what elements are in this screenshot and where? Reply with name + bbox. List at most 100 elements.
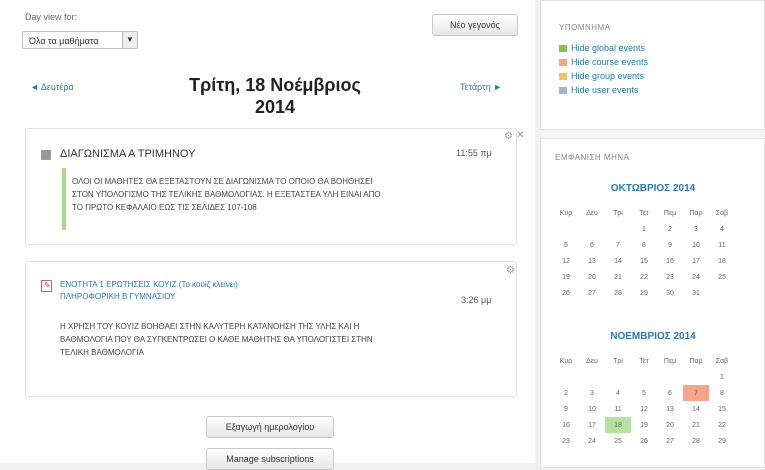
manage-subscriptions-button[interactable]: Manage subscriptions	[206, 448, 334, 470]
calendar-day: 11	[614, 405, 622, 413]
calendar-day: 7	[616, 241, 620, 249]
gear-icon[interactable]: ⚙	[506, 265, 515, 276]
calendar-day: 2	[668, 225, 672, 233]
calendar-day: 26	[562, 289, 570, 297]
calendar-day: 21	[614, 273, 622, 281]
day-title-date: Τρίτη, 18 Νοέμβριος	[189, 75, 361, 95]
weekday-header: Τρι	[613, 209, 623, 217]
calendar-day: 27	[666, 437, 674, 445]
calendar-day-highlighted[interactable]: 7	[683, 385, 709, 401]
description-line: Η ΧΡΗΣΗ ΤΟΥ ΚΟΥΙΖ ΒΟΗΘΑΕΙ ΣΤΗΝ ΚΑΛΥΤΕΡΗ …	[60, 322, 360, 331]
prev-day-link[interactable]: ◄ Δευτέρα	[30, 82, 74, 92]
calendar-day: 28	[692, 437, 700, 445]
close-icon[interactable]: ✕	[516, 130, 524, 141]
new-event-button[interactable]: Νέο γεγονός	[432, 14, 518, 36]
calendar-day: 19	[640, 421, 648, 429]
calendar-day: 26	[640, 437, 648, 445]
calendar-day: 21	[692, 421, 700, 429]
event-description: Η ΧΡΗΣΗ ΤΟΥ ΚΟΥΙΖ ΒΟΗΘΑΕΙ ΣΤΗΝ ΚΑΛΥΤΕΡΗ …	[60, 320, 373, 359]
month-title-october[interactable]: ΟΚΤΩΒΡΙΟΣ 2014	[553, 183, 753, 194]
course-select-value: Όλα τα μαθήματα	[29, 36, 99, 46]
calendar-day: 10	[588, 405, 596, 413]
month-title-november[interactable]: ΝΟΕΜΒΡΙΟΣ 2014	[553, 331, 753, 342]
global-color-swatch	[559, 45, 567, 53]
hide-global-events-link[interactable]: Hide global events	[559, 43, 645, 53]
calendar-day: 31	[692, 289, 700, 297]
description-line: ΟΛΟΙ ΟΙ ΜΑΘΗΤΕΣ ΘΑ ΕΞΕΤΑΣΤΟΥΝ ΣΕ ΔΙΑΓΩΝΙ…	[72, 177, 373, 186]
calendar-day: 13	[666, 405, 674, 413]
gear-icon[interactable]: ⚙	[504, 131, 513, 142]
calendar-day: 22	[640, 273, 648, 281]
calendar-day: 29	[718, 437, 726, 445]
calendar-day	[605, 221, 631, 237]
calendar-day: 6	[668, 389, 672, 397]
calendar-day: 22	[718, 421, 726, 429]
calendar-day	[579, 369, 605, 385]
quiz-event-link[interactable]: ΕΝΟΤΗΤΑ 1 ΕΡΩΤΗΣΕΙΣ ΚΟΥΙΖ (Το κουίζ κλεί…	[60, 279, 238, 291]
calendar-day: 1	[642, 225, 646, 233]
description-line: ΤΕΛΙΚΗ ΒΑΘΜΟΛΟΓΙΑ	[60, 348, 144, 357]
calendar-day: 14	[692, 405, 700, 413]
calendar-day: 8	[642, 241, 646, 249]
export-calendar-button[interactable]: Εξαγωγή ημερολογίου	[206, 416, 334, 438]
calendar-day: 19	[562, 273, 570, 281]
next-day-link[interactable]: Τετάρτη ►	[460, 82, 502, 92]
calendar-day	[631, 369, 657, 385]
calendar-day	[553, 369, 579, 385]
event-title: ΔΙΑΓΩΝΙΣΜΑ Α ΤΡΙΜΗΝΟΥ	[60, 148, 196, 160]
group-color-swatch	[559, 73, 567, 81]
course-select[interactable]: Όλα τα μαθήματα ▼	[22, 31, 138, 49]
calendar-day: 9	[564, 405, 568, 413]
weekday-header: Πεμ	[663, 209, 677, 217]
calendar-day: 29	[640, 289, 648, 297]
quiz-icon: ✎	[41, 280, 52, 292]
calendar-day: 3	[694, 225, 698, 233]
calendar-day: 12	[640, 405, 648, 413]
calendar-day: 27	[588, 289, 596, 297]
weekday-header: Τετ	[639, 209, 649, 217]
calendar-day: 17	[692, 257, 700, 265]
event-description-bar	[62, 168, 66, 230]
weekday-header: Δευ	[586, 357, 598, 365]
month-view-heading: ΕΜΦΑΝΙΣΗ ΜΗΝΑ	[555, 153, 630, 162]
legend-label: Hide course events	[571, 57, 649, 67]
calendar-day: 25	[718, 273, 726, 281]
calendar-day: 15	[640, 257, 648, 265]
calendar-day: 9	[668, 241, 672, 249]
calendar-day: 5	[642, 389, 646, 397]
page-title: Τρίτη, 18 Νοέμβριος 2014	[160, 74, 390, 118]
calendar-day-event[interactable]: 18	[605, 417, 631, 433]
calendar-day: 12	[562, 257, 570, 265]
calendar-day	[553, 221, 579, 237]
calendar-day: 17	[588, 421, 596, 429]
course-color-swatch	[559, 59, 567, 67]
calendar-day: 20	[666, 421, 674, 429]
hide-course-events-link[interactable]: Hide course events	[559, 57, 648, 67]
calendar-day	[709, 285, 735, 301]
calendar-day: 16	[666, 257, 674, 265]
event-time: 11:55 πμ	[456, 148, 492, 158]
calendar-october: Κυρ Δευ Τρι Τετ Πεμ Παρ Σαβ 1 2 3 4 5 6 …	[553, 205, 735, 301]
calendar-day: 23	[562, 437, 570, 445]
calendar-day: 3	[590, 389, 594, 397]
course-link[interactable]: ΠΛΗΡΟΦΟΡΙΚΗ Β ΓΥΜΝΑΣΙΟΥ	[60, 291, 176, 303]
sidebar: ΥΠΟΜΝΗΜΑ Hide global events Hide course …	[540, 0, 765, 468]
calendar-day	[605, 369, 631, 385]
calendar-day: 4	[720, 225, 724, 233]
main-content: Day view for: Όλα τα μαθήματα ▼ Νέο γεγο…	[0, 0, 535, 470]
legend-label: Hide global events	[571, 43, 646, 53]
calendar-day: 30	[666, 289, 674, 297]
legend-heading: ΥΠΟΜΝΗΜΑ	[559, 23, 611, 32]
legend-label: Hide user events	[571, 85, 639, 95]
hide-user-events-link[interactable]: Hide user events	[559, 85, 639, 95]
calendar-day: 4	[616, 389, 620, 397]
calendar-day	[579, 221, 605, 237]
weekday-header: Σαβ	[715, 209, 729, 217]
calendar-day: 13	[588, 257, 596, 265]
hide-group-events-link[interactable]: Hide group events	[559, 71, 644, 81]
day-view-label: Day view for:	[25, 12, 78, 22]
calendar-day: 15	[718, 405, 726, 413]
calendar-day: 25	[614, 437, 622, 445]
calendar-day: 5	[564, 241, 568, 249]
calendar-day: 24	[692, 273, 700, 281]
